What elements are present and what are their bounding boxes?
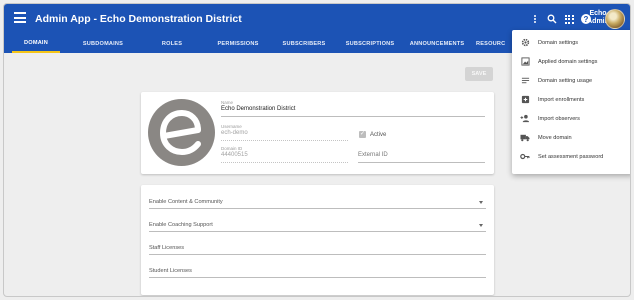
active-checkbox[interactable]: ✓ Active [359,131,386,138]
app-bar-actions: ? [526,11,594,27]
avatar[interactable] [605,9,625,29]
tab-roles[interactable]: ROLES [149,34,195,53]
menu-item-import-observers[interactable]: Import observers [512,109,630,128]
tab-resources[interactable]: RESOURC [476,34,512,53]
more-vert-icon[interactable] [527,11,543,27]
tab-announcements[interactable]: ANNOUNCEMENTS [404,34,470,53]
domain-info-card: Name Echo Demonstration District Usernam… [141,92,494,174]
dropdown-arrow-icon [479,201,483,204]
tab-subscriptions[interactable]: SUBSCRIPTIONS [339,34,401,53]
coaching-support-select[interactable]: Enable Coaching Support [149,220,486,232]
app-title: Admin App - Echo Demonstration District [35,13,242,25]
gear-icon [520,38,530,48]
external-id-input[interactable]: External ID [358,151,485,163]
add-box-icon [520,95,530,105]
student-licenses-input[interactable]: Student Licenses [149,266,486,278]
image-settings-icon [520,57,530,67]
menu-item-import-enrollments[interactable]: Import enrollments [512,90,630,109]
search-icon[interactable] [544,11,560,27]
domain-id-field: Domain ID 44400515 [221,146,348,163]
menu-item-move-domain[interactable]: Move domain [512,128,630,147]
list-icon [520,76,530,86]
domain-settings-card: Enable Content & Community Enable Coachi… [141,185,494,295]
menu-item-domain-setting-usage[interactable]: Domain setting usage [512,71,630,90]
save-button[interactable]: SAVE [465,67,493,81]
tab-permissions[interactable]: PERMISSIONS [209,34,267,53]
truck-icon [520,133,530,143]
menu-item-applied-domain-settings[interactable]: Applied domain settings [512,52,630,71]
key-icon [520,152,530,162]
menu-item-domain-settings[interactable]: Domain settings [512,33,630,52]
app-window: Admin App - Echo Demonstration District … [3,3,631,297]
tab-domain[interactable]: DOMAIN [12,34,60,53]
username-field: Username ech-demo [221,124,348,141]
person-add-icon [520,114,530,124]
tab-subscribers[interactable]: SUBSCRIBERS [274,34,334,53]
name-field[interactable]: Name Echo Demonstration District [221,100,485,117]
tab-subdomains[interactable]: SUBDOMAINS [74,34,132,53]
check-icon: ✓ [359,131,366,138]
domain-logo [148,99,215,166]
staff-licenses-input[interactable]: Staff Licenses [149,243,486,255]
settings-dropdown-menu: Domain settings Applied domain settings … [512,30,630,174]
dropdown-arrow-icon [479,224,483,227]
content-community-select[interactable]: Enable Content & Community [149,197,486,209]
menu-item-set-assessment-password[interactable]: Set assessment password [512,147,630,166]
apps-grid-icon[interactable] [561,11,577,27]
hamburger-menu-icon[interactable] [14,12,26,26]
